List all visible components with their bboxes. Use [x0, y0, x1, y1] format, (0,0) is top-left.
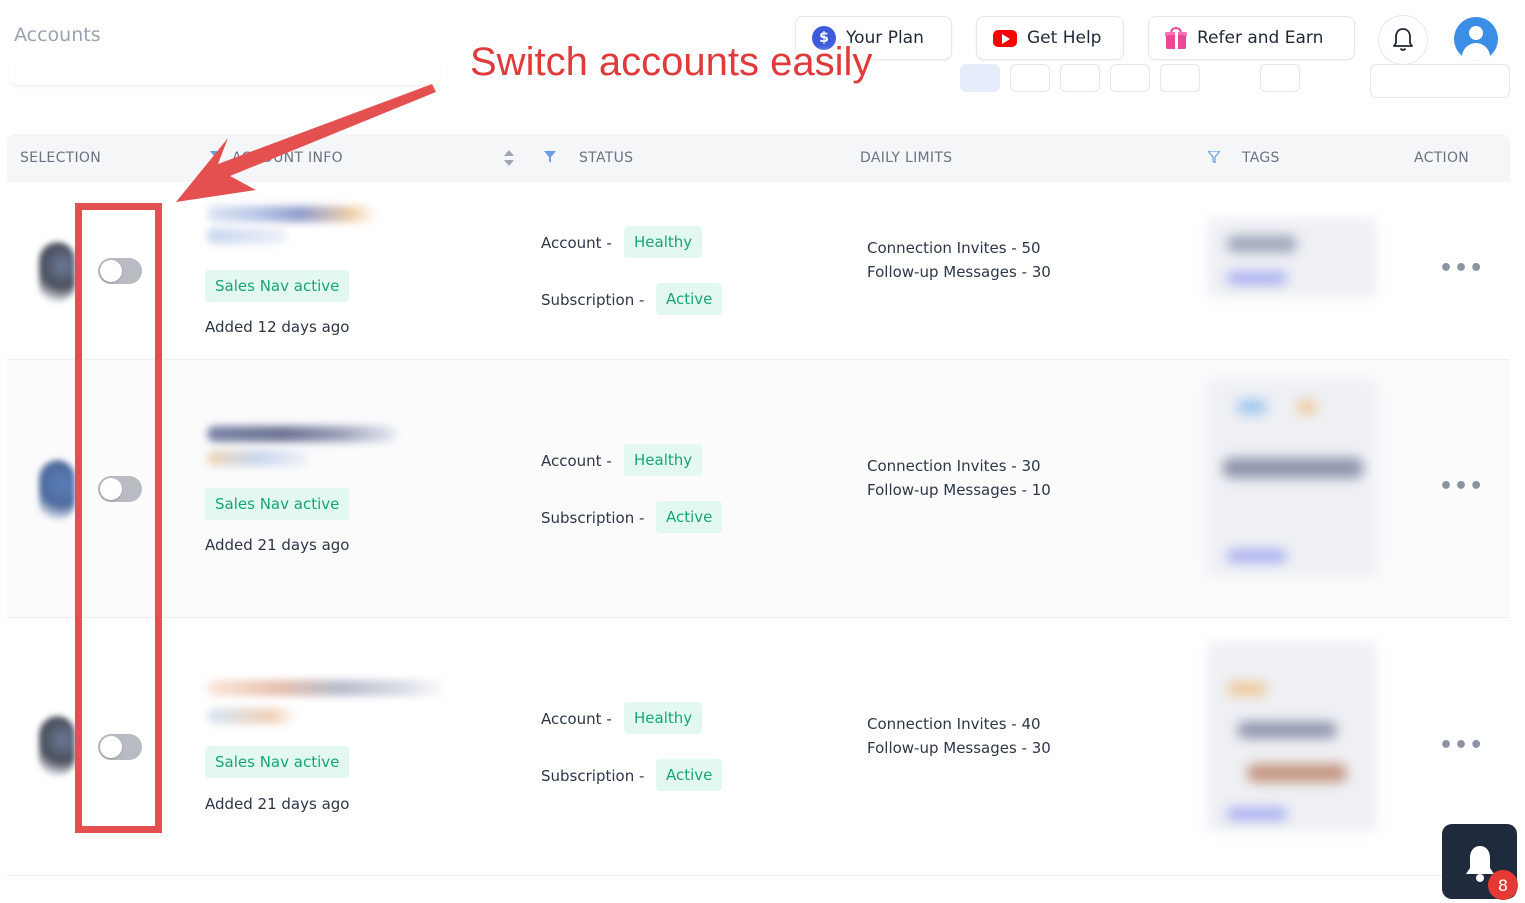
refer-and-earn-button[interactable]: Refer and Earn — [1148, 16, 1355, 60]
page-button[interactable] — [1010, 64, 1050, 92]
notification-count-badge: 8 — [1488, 870, 1518, 900]
subscription-status-badge: Active — [656, 501, 723, 533]
user-avatar[interactable] — [1454, 17, 1498, 61]
account-name-blurred — [207, 680, 447, 696]
account-status-label: Account - — [541, 452, 612, 470]
tags-blurred — [1207, 218, 1377, 298]
followup-messages-limit: Follow-up Messages - 30 — [867, 739, 1051, 757]
sort-icon[interactable] — [504, 150, 514, 166]
filter-icon[interactable] — [1208, 151, 1220, 163]
account-status-badge: Healthy — [624, 702, 703, 734]
table-row: Sales Nav active Added 21 days ago Accou… — [7, 360, 1510, 618]
page-button[interactable] — [960, 64, 1000, 92]
page-button[interactable] — [1160, 64, 1200, 92]
annotation-highlight-box — [75, 203, 162, 833]
account-email-blurred — [207, 450, 307, 466]
avatar — [39, 460, 75, 520]
column-action: ACTION — [1414, 150, 1470, 166]
column-status: STATUS — [579, 150, 634, 166]
tags-blurred — [1207, 642, 1377, 832]
column-tags: TAGS — [1242, 150, 1280, 166]
bell-icon — [1393, 28, 1413, 51]
column-selection: SELECTION — [20, 150, 102, 166]
account-status-label: Account - — [541, 234, 612, 252]
followup-messages-limit: Follow-up Messages - 30 — [867, 263, 1051, 281]
page-title: Accounts — [14, 24, 101, 46]
account-name-blurred — [207, 426, 397, 442]
avatar — [39, 242, 75, 302]
subscription-status-badge: Active — [656, 759, 723, 791]
account-status-badge: Healthy — [624, 226, 703, 258]
subscription-status-label: Subscription - — [541, 291, 645, 309]
sales-nav-badge: Sales Nav active — [205, 488, 350, 520]
tags-blurred — [1207, 380, 1377, 576]
subscription-status-label: Subscription - — [541, 509, 645, 527]
refer-and-earn-label: Refer and Earn — [1197, 28, 1324, 48]
page-button[interactable] — [1060, 64, 1100, 92]
get-help-label: Get Help — [1027, 28, 1102, 48]
added-date: Added 12 days ago — [205, 318, 350, 336]
subscription-status-badge: Active — [656, 283, 723, 315]
row-action-menu[interactable]: ••• — [1439, 733, 1484, 758]
account-name-blurred — [207, 206, 377, 222]
account-status-badge: Healthy — [624, 444, 703, 476]
youtube-icon — [993, 29, 1017, 47]
row-action-menu[interactable]: ••• — [1439, 474, 1484, 499]
annotation-arrow — [176, 84, 436, 202]
followup-messages-limit: Follow-up Messages - 10 — [867, 481, 1051, 499]
subscription-status-label: Subscription - — [541, 767, 645, 785]
connection-invites-limit: Connection Invites - 50 — [867, 239, 1041, 257]
connection-invites-limit: Connection Invites - 40 — [867, 715, 1041, 733]
gift-icon — [1165, 27, 1187, 49]
connection-invites-limit: Connection Invites - 30 — [867, 457, 1041, 475]
added-date: Added 21 days ago — [205, 795, 350, 813]
annotation-caption: Switch accounts easily — [470, 40, 873, 84]
filter-icon[interactable] — [544, 151, 556, 163]
account-status-label: Account - — [541, 710, 612, 728]
table-row: Sales Nav active Added 21 days ago Accou… — [7, 618, 1510, 876]
sales-nav-badge: Sales Nav active — [205, 746, 350, 778]
get-help-button[interactable]: Get Help — [976, 16, 1124, 60]
column-daily-limits: DAILY LIMITS — [860, 150, 953, 166]
table-row: Sales Nav active Added 12 days ago Accou… — [7, 182, 1510, 360]
added-date: Added 21 days ago — [205, 536, 350, 554]
notifications-button[interactable] — [1378, 15, 1428, 65]
sales-nav-badge: Sales Nav active — [205, 270, 350, 302]
account-email-blurred — [207, 708, 297, 724]
row-action-menu[interactable]: ••• — [1439, 256, 1484, 281]
page-button[interactable] — [1110, 64, 1150, 92]
avatar — [39, 716, 75, 776]
account-email-blurred — [207, 228, 287, 244]
page-button[interactable] — [1260, 64, 1300, 92]
page-size-select[interactable] — [1370, 64, 1510, 98]
